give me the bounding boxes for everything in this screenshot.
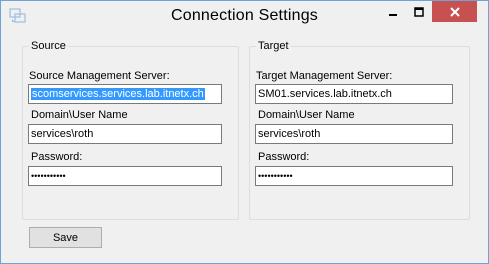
target-password-input[interactable]: ••••••••••• bbox=[255, 166, 453, 186]
source-user-label: Domain\User Name bbox=[31, 109, 128, 121]
close-icon bbox=[449, 6, 460, 17]
save-button[interactable]: Save bbox=[29, 227, 102, 248]
title-bar[interactable]: Connection Settings bbox=[1, 1, 488, 31]
maximize-icon bbox=[414, 6, 424, 17]
target-group-label: Target bbox=[256, 40, 291, 53]
target-server-label: Target Management Server: bbox=[256, 70, 393, 82]
close-button[interactable] bbox=[432, 1, 477, 22]
maximize-button[interactable] bbox=[406, 1, 432, 22]
source-user-input[interactable]: services\roth bbox=[28, 124, 222, 144]
target-user-input[interactable]: services\roth bbox=[255, 124, 453, 144]
target-password-label: Password: bbox=[258, 151, 310, 163]
connection-settings-window: Connection Settings Source Source Manage… bbox=[0, 0, 489, 264]
minimize-icon bbox=[389, 13, 397, 16]
minimize-button[interactable] bbox=[380, 1, 406, 22]
target-server-input[interactable]: SM01.services.lab.itnetx.ch bbox=[255, 84, 453, 104]
source-server-label: Source Management Server: bbox=[29, 70, 170, 82]
source-server-value: scomservices.services.lab.itnetx.ch bbox=[31, 88, 205, 100]
source-password-label: Password: bbox=[31, 151, 83, 163]
source-server-input[interactable]: scomservices.services.lab.itnetx.ch bbox=[28, 84, 222, 104]
source-group-label: Source bbox=[29, 40, 68, 53]
source-password-input[interactable]: ••••••••••• bbox=[28, 166, 222, 186]
target-user-label: Domain\User Name bbox=[258, 109, 355, 121]
